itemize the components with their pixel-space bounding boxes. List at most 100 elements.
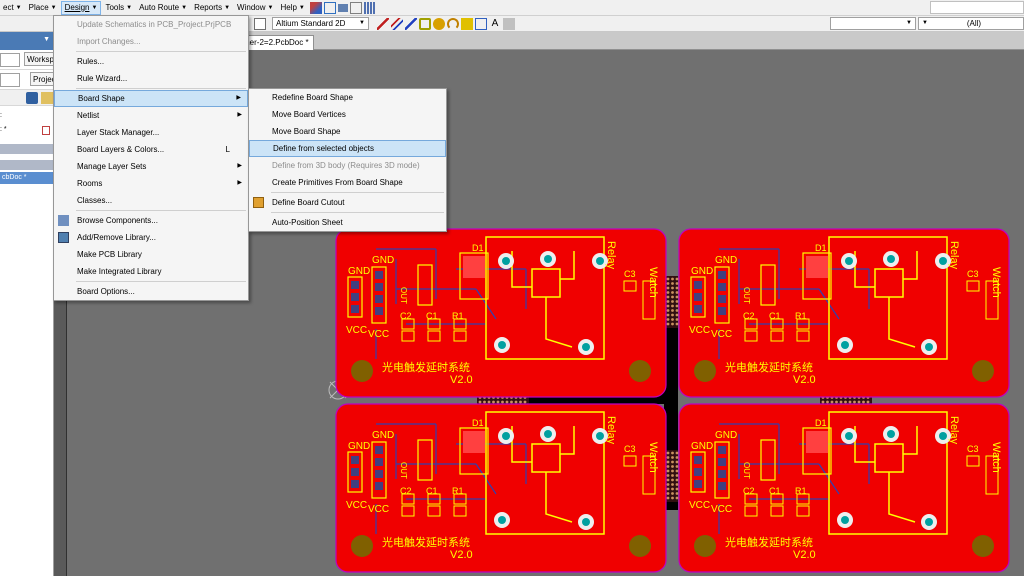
placement-toolbar: A	[376, 18, 516, 30]
v-score-hole	[671, 456, 674, 459]
chevron-down-icon[interactable]: ▼	[43, 36, 50, 43]
menu-reports[interactable]: Reports ▼	[191, 1, 233, 15]
menu-project[interactable]: ect ▼	[0, 1, 25, 15]
v-score-hole	[496, 400, 500, 404]
v-score-hole	[671, 460, 674, 464]
menu-netlist[interactable]: Netlist ▶	[54, 107, 248, 124]
folder-icon[interactable]	[41, 92, 53, 104]
menu-place[interactable]: Place ▼	[26, 1, 60, 15]
menu-move-board-vertices[interactable]: Move Board Vertices	[249, 106, 446, 123]
polygon-icon[interactable]	[475, 18, 487, 30]
pdf-icon	[42, 126, 50, 135]
chevron-down-icon: ▼	[91, 4, 98, 11]
label-relay: Relay	[948, 241, 960, 270]
menu-auto-position-sheet[interactable]: Auto-Position Sheet	[249, 214, 446, 231]
menu-make-integrated-library[interactable]: Make Integrated Library	[54, 263, 248, 280]
filter-scope-combo[interactable]: ▼	[830, 17, 916, 30]
pad-icon[interactable]	[419, 18, 431, 30]
via-icon[interactable]	[433, 18, 445, 30]
menu-help[interactable]: Help ▼	[277, 1, 307, 15]
header-pin	[718, 458, 726, 466]
label-relay: Relay	[605, 416, 617, 445]
bars-icon[interactable]	[363, 1, 376, 14]
menu-browse-components[interactable]: Browse Components...	[54, 212, 248, 229]
chevron-down-icon: ▼	[298, 4, 305, 11]
component-icon[interactable]	[503, 18, 515, 30]
menu-tools[interactable]: Tools ▼	[102, 1, 135, 15]
menu-board-options[interactable]: Board Options...	[54, 283, 248, 300]
workspace-icon[interactable]	[26, 92, 38, 104]
header-pin	[718, 307, 726, 315]
v-score-hole	[666, 282, 670, 285]
v-score-hole	[671, 451, 674, 455]
string-icon[interactable]: A	[489, 18, 501, 30]
menu-define-board-cutout[interactable]: Define Board Cutout	[249, 194, 446, 211]
browse-components-icon	[58, 215, 69, 226]
menubar: ect ▼ Place ▼ Design ▼ Tools ▼ Auto Route ▼ R…	[0, 0, 1024, 16]
menu-update-schematics[interactable]: Update Schematics in PCB_Project.PrjPCB	[54, 16, 248, 33]
menu-rooms[interactable]: Rooms ▶	[54, 175, 248, 192]
header-pin	[375, 283, 383, 291]
label-gnd: GND	[372, 255, 394, 266]
menu-create-primitives[interactable]: Create Primitives From Board Shape	[249, 174, 446, 191]
pad-hole	[925, 343, 933, 351]
menu-move-board-shape[interactable]: Move Board Shape	[249, 123, 446, 140]
board-view-icon[interactable]	[254, 18, 266, 30]
menu-rule-wizard[interactable]: Rule Wizard...	[54, 70, 248, 87]
fill-icon[interactable]	[461, 18, 473, 30]
search-box[interactable]	[930, 1, 1024, 14]
workspace-combo[interactable]	[0, 53, 20, 67]
chevron-right-icon: ▶	[237, 112, 242, 118]
tree-item[interactable]: :	[0, 110, 53, 124]
view-config-combo[interactable]: Altium Standard 2D ▼	[272, 17, 369, 30]
menu-import-changes[interactable]: Import Changes...	[54, 33, 248, 50]
pad-hole	[596, 432, 604, 440]
filter-combo[interactable]: ▼ (All)	[918, 17, 1024, 30]
v-score-hole	[483, 400, 486, 404]
menu-make-pcb-library[interactable]: Make PCB Library	[54, 246, 248, 263]
place-icon[interactable]	[323, 1, 336, 14]
menu-classes[interactable]: Classes...	[54, 192, 248, 209]
v-score-hole	[675, 483, 679, 486]
project-combo[interactable]	[0, 73, 20, 87]
menu-rules[interactable]: Rules...	[54, 53, 248, 70]
label-d1: D1	[815, 243, 827, 253]
tree-item-pcbdoc[interactable]: cbDoc *	[0, 172, 53, 184]
interactive-routing-icon[interactable]	[377, 18, 389, 30]
menu-add-remove-library[interactable]: Add/Remove Library...	[54, 229, 248, 246]
multi-route-icon[interactable]	[405, 18, 417, 30]
v-score-hole	[862, 400, 865, 404]
v-score-hole	[666, 286, 670, 290]
align-icon[interactable]	[349, 1, 362, 14]
menu-design[interactable]: Design ▼	[60, 0, 102, 15]
menu-window[interactable]: Window ▼	[234, 1, 276, 15]
route-icon[interactable]	[309, 1, 322, 14]
menu-auto-route[interactable]: Auto Route ▼	[136, 1, 190, 15]
menu-redefine-board-shape[interactable]: Redefine Board Shape	[249, 89, 446, 106]
v-score-hole	[844, 400, 847, 404]
v-score-hole	[675, 313, 679, 317]
tree-group	[0, 144, 53, 154]
menu-separator	[76, 281, 246, 282]
pad-hole	[498, 341, 506, 349]
label-vcc: VCC	[711, 504, 732, 515]
connector-pin	[694, 456, 702, 464]
menu-board-layers-colors[interactable]: Board Layers & Colors... L	[54, 141, 248, 158]
menu-manage-layer-sets[interactable]: Manage Layer Sets ▶	[54, 158, 248, 175]
menu-board-shape[interactable]: Board Shape ▶	[54, 90, 248, 107]
arc-icon[interactable]	[447, 18, 459, 30]
v-score-hole	[478, 400, 482, 404]
label-gnd: GND	[715, 255, 737, 266]
menu-define-from-3d-body[interactable]: Define from 3D body (Requires 3D mode)	[249, 157, 446, 174]
menu-define-from-selected-objects[interactable]: Define from selected objects	[249, 140, 446, 157]
chevron-down-icon: ▼	[181, 4, 188, 11]
v-score-hole	[835, 400, 838, 404]
tree-item[interactable]: : *	[0, 124, 53, 138]
diff-pair-icon[interactable]	[391, 18, 403, 30]
grid-icon[interactable]	[337, 3, 348, 12]
v-score-hole	[666, 469, 670, 473]
header-pin	[375, 470, 383, 478]
menu-layer-stack-manager[interactable]: Layer Stack Manager...	[54, 124, 248, 141]
pad-hole	[502, 432, 510, 440]
label-d1: D1	[472, 243, 484, 253]
